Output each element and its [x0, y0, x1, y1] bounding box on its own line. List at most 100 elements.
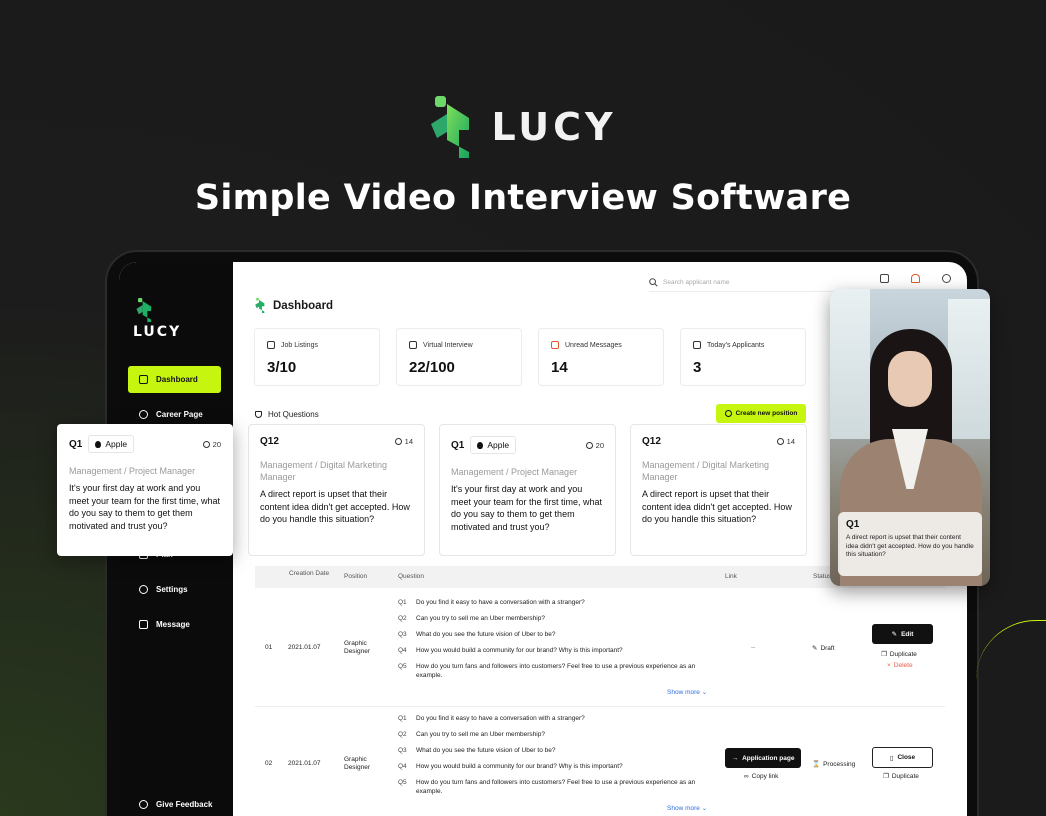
trash-icon: ▯	[889, 754, 894, 762]
duplicate-button[interactable]: ❐ Duplicate	[883, 772, 919, 781]
question-index: Q4	[398, 647, 407, 654]
question-line-text: How you would build a community for our …	[416, 763, 623, 770]
question-line: Q2 Can you try to sell me an Uber members…	[398, 615, 545, 624]
copy-link-button[interactable]: ∞ Copy link	[744, 773, 778, 780]
stat-card-unread-messages[interactable]: Unread Messages 14	[538, 328, 664, 386]
search-input[interactable]: Search applicant name	[649, 274, 859, 292]
lucy-logo-icon	[429, 96, 477, 158]
close-button[interactable]: ▯ Close	[872, 747, 933, 768]
sidebar-item-message[interactable]: Message	[128, 611, 221, 638]
duplicate-button[interactable]: ❐ Duplicate	[881, 650, 917, 659]
question-line: Q3 What do you see the future vision of U…	[398, 631, 555, 640]
header-creation-date[interactable]: Creation Date	[289, 570, 329, 578]
sidebar-item-label: Career Page	[156, 410, 203, 419]
caption-question-text: A direct report is upset that their cont…	[846, 534, 974, 558]
book-icon[interactable]	[880, 274, 889, 283]
header-status: Status	[813, 573, 832, 580]
question-count: 14	[404, 437, 413, 446]
application-page-button[interactable]: → Application page	[725, 748, 801, 768]
person-icon	[776, 438, 784, 445]
user-add-icon	[693, 341, 701, 349]
sidebar-item-dashboard[interactable]: Dashboard	[128, 366, 221, 393]
show-more-link[interactable]: Show more ⌄	[667, 804, 707, 812]
show-more-link[interactable]: Show more ⌄	[667, 688, 707, 696]
search-icon	[649, 278, 658, 287]
sidebar-item-label: Settings	[156, 585, 188, 594]
copy-icon: ❐	[883, 773, 889, 780]
people-icon	[409, 341, 417, 349]
stat-card-job-listings[interactable]: Job Listings 3/10	[254, 328, 380, 386]
hero-logo: LUCY	[0, 96, 1046, 158]
question-card[interactable]: Q1 Apple 20 Management / Project Manager …	[439, 424, 616, 556]
user-icon[interactable]	[942, 274, 951, 283]
row-position: Graphic Designer	[344, 756, 371, 771]
sidebar-item-label: Message	[156, 620, 190, 629]
video-interview-preview[interactable]: Q1 A direct report is upset that their c…	[830, 289, 990, 586]
interviewer-face	[888, 351, 932, 407]
caption-question-number: Q1	[846, 519, 860, 530]
company-name: Apple	[105, 439, 128, 449]
question-role: Management / Digital Marketing Manager	[260, 460, 388, 482]
hot-questions-title: Hot Questions	[268, 410, 319, 419]
plus-icon	[724, 410, 732, 417]
question-line: Q1 Do you find it easy to have a conversa…	[398, 715, 585, 724]
delete-label: Delete	[893, 662, 913, 669]
chevron-down-icon: ⌄	[701, 805, 708, 812]
stat-value: 14	[551, 359, 568, 376]
question-line-text: How do you turn fans and followers into …	[416, 779, 696, 795]
stat-card-todays-applicants[interactable]: Today's Applicants 3	[680, 328, 806, 386]
person-icon	[585, 441, 593, 449]
bell-icon[interactable]	[911, 274, 920, 283]
question-line: Q3 What do you see the future vision of U…	[398, 747, 555, 756]
person-icon	[202, 440, 210, 448]
sidebar-brand-name: LUCY	[133, 324, 182, 340]
topbar-icons	[880, 274, 951, 283]
status-processing: ⌛ Processing	[812, 760, 855, 769]
question-card[interactable]: Q12 14 Management / Digital Marketing Ma…	[248, 424, 425, 556]
hero-tagline: Simple Video Interview Software	[194, 178, 852, 218]
question-role: Management / Project Manager	[451, 467, 578, 477]
question-line: Q2 Can you try to sell me an Uber members…	[398, 731, 545, 740]
stat-value: 3	[693, 359, 702, 376]
floating-question-card[interactable]: Q1 Apple 20 Management / Project Manager …	[57, 424, 233, 556]
question-text: A direct report is upset that their cont…	[260, 489, 410, 524]
company-chip: Apple	[470, 436, 517, 454]
delete-button[interactable]: × Delete	[887, 662, 913, 669]
question-index: Q3	[398, 631, 407, 638]
question-index: Q1	[398, 599, 407, 606]
mail-icon	[139, 620, 148, 629]
question-number: Q1	[451, 439, 465, 451]
sidebar-item-settings[interactable]: Settings	[128, 576, 221, 603]
question-line: Q5 How do you turn fans and followers int…	[398, 779, 718, 796]
create-new-position-button[interactable]: Create new position	[716, 404, 806, 423]
background-window	[948, 299, 990, 439]
question-line: Q5 How do you turn fans and followers int…	[398, 663, 718, 680]
search-placeholder: Search applicant name	[663, 279, 730, 286]
stat-label: Unread Messages	[565, 341, 622, 349]
stat-label: Today's Applicants	[707, 341, 765, 349]
question-text: It's your first day at work and you meet…	[69, 483, 221, 531]
chevron-down-icon: ⌄	[701, 689, 708, 696]
hot-questions-heading: Hot Questions	[255, 410, 319, 419]
trophy-icon	[255, 411, 262, 418]
gear-icon	[139, 585, 148, 594]
clipboard-icon	[139, 375, 148, 384]
give-feedback-button[interactable]: Give Feedback	[128, 791, 221, 816]
lucy-logo-icon	[254, 298, 267, 313]
header-question: Question	[398, 573, 425, 580]
brand-name: LUCY	[491, 105, 617, 149]
question-index: Q2	[398, 615, 407, 622]
page-title: Dashboard	[254, 298, 333, 313]
edit-button[interactable]: ✎ Edit	[872, 624, 933, 644]
question-role: Management / Digital Marketing Manager	[642, 460, 770, 482]
lucy-logo-icon	[135, 298, 155, 322]
question-index: Q5	[398, 779, 407, 786]
question-number: Q12	[642, 436, 661, 447]
stat-card-virtual-interview[interactable]: Virtual Interview 22/100	[396, 328, 522, 386]
question-text: It's your first day at work and you meet…	[451, 484, 603, 532]
question-card[interactable]: Q12 14 Management / Digital Marketing Ma…	[630, 424, 807, 556]
duplicate-label: Duplicate	[889, 650, 917, 658]
question-index: Q2	[398, 731, 407, 738]
row-date: 2021.01.07	[288, 644, 321, 651]
sidebar-logo[interactable]: LUCY	[133, 298, 181, 340]
